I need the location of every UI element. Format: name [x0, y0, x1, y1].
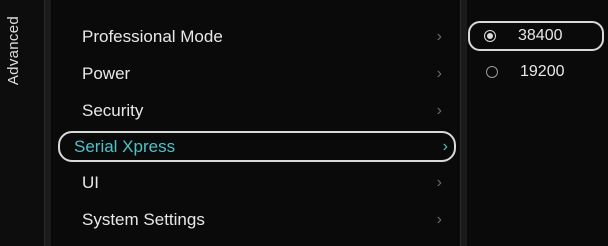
menu-item-label: Security: [82, 100, 144, 120]
menu-item-power[interactable]: Power ›: [58, 55, 456, 92]
chevron-right-icon: ›: [436, 173, 442, 191]
radio-unchecked-icon[interactable]: [486, 66, 498, 78]
radio-checked-icon[interactable]: [484, 30, 496, 42]
option-value: 19200: [520, 63, 565, 80]
divider: [460, 0, 467, 246]
menu-item-label: Serial Xpress: [74, 136, 176, 156]
chevron-right-icon: ›: [436, 64, 442, 82]
menu-item-label: System Settings: [82, 209, 205, 229]
menu-item-label: UI: [82, 172, 99, 192]
menu-item-label: Power: [82, 63, 131, 83]
option-38400[interactable]: 38400: [468, 21, 604, 51]
menu-item-label: Professional Mode: [82, 26, 223, 46]
divider: [44, 0, 51, 246]
option-19200[interactable]: 19200: [468, 54, 608, 90]
settings-menu: Professional Mode › Power › Security › S…: [58, 18, 456, 238]
chevron-right-icon: ›: [442, 137, 448, 155]
chevron-right-icon: ›: [436, 101, 442, 119]
side-tab-label: Advanced: [5, 16, 22, 86]
settings-screen: Advanced Professional Mode › Power › Sec…: [0, 0, 608, 246]
menu-item-security[interactable]: Security ›: [58, 92, 456, 129]
menu-item-ui[interactable]: UI ›: [58, 164, 456, 201]
baud-rate-options: 38400 19200: [468, 18, 608, 90]
side-tab[interactable]: Advanced: [0, 0, 44, 246]
menu-item-serial-xpress[interactable]: Serial Xpress ›: [58, 131, 456, 162]
chevron-right-icon: ›: [436, 210, 442, 228]
chevron-right-icon: ›: [436, 27, 442, 45]
menu-item-professional-mode[interactable]: Professional Mode ›: [58, 18, 456, 55]
option-value: 38400: [518, 27, 563, 44]
menu-item-system-settings[interactable]: System Settings ›: [58, 201, 456, 238]
